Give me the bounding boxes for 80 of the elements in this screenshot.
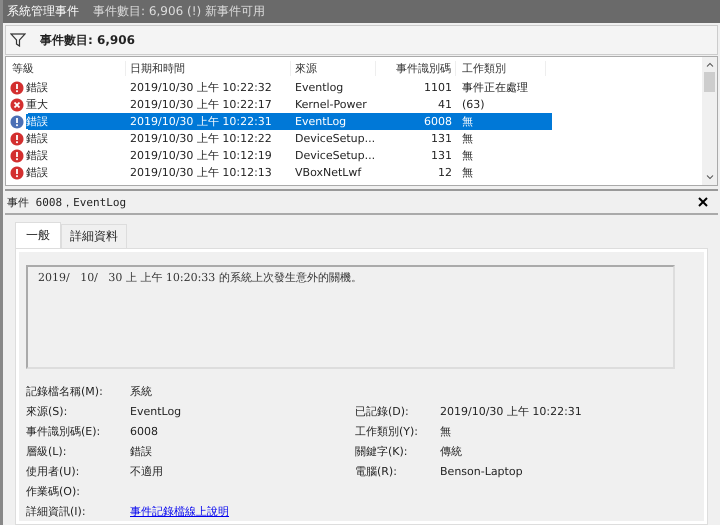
scrollbar[interactable]	[702, 57, 717, 185]
field-value: EventLog	[130, 404, 182, 418]
column-header[interactable]: 來源	[291, 60, 376, 76]
event-row[interactable]: 錯誤 2019/10/30 上午 10:12:22 DeviceSetup... 131 無	[6, 130, 702, 147]
field-value: Benson-Laptop	[440, 464, 523, 478]
field-value: 無	[440, 424, 451, 438]
new-events-notice: 事件數目: 6,906 (!) 新事件可用	[93, 3, 266, 20]
date-cell-text: 2019/10/30 上午 10:22:31	[129, 114, 273, 129]
event-id-cell-text: 1101	[423, 81, 453, 94]
event-id-cell-text: 131	[430, 149, 453, 162]
date-cell-text: 2019/10/30 上午 10:12:13	[129, 165, 273, 180]
field-value: 6008	[130, 424, 158, 438]
field-label: 工作類別(Y):	[355, 424, 420, 438]
tab[interactable]: 詳細資料	[61, 224, 127, 248]
event-id-cell-text: 131	[430, 132, 453, 145]
event-id-cell-text: 12	[437, 166, 453, 179]
error-icon	[10, 114, 24, 128]
field-label: 關鍵字(K):	[355, 444, 409, 458]
error-icon	[10, 166, 24, 180]
category-cell-text: 無	[461, 165, 474, 180]
source-cell-text: VBoxNetLwf	[294, 166, 362, 179]
category-cell-text: (63)	[461, 98, 486, 111]
field-value: 傳統	[440, 444, 462, 458]
error-icon	[10, 80, 24, 94]
field-label: 事件識別碼(E):	[26, 424, 102, 438]
source-cell-text: EventLog	[294, 115, 348, 128]
field-label: 層級(L):	[26, 444, 68, 458]
filter-icon[interactable]	[10, 33, 26, 47]
level-text: 錯誤	[26, 165, 48, 180]
source-cell-text: DeviceSetup...	[294, 132, 376, 145]
critical-icon	[10, 98, 24, 112]
field-value: 2019/10/30 上午 10:22:31	[440, 404, 582, 418]
event-row[interactable]: 錯誤 2019/10/30 上午 10:12:13 VBoxNetLwf 12 無	[6, 164, 702, 181]
source-cell-text: Kernel-Power	[294, 98, 368, 111]
scroll-up-icon[interactable]	[706, 62, 714, 67]
event-row[interactable]: 重大 2019/10/30 上午 10:22:17 Kernel-Power 41 (63)	[6, 96, 702, 113]
error-icon	[10, 132, 24, 146]
category-cell-text: 事件正在處理	[461, 80, 529, 95]
level-text: 錯誤	[26, 80, 48, 95]
scroll-down-icon[interactable]	[706, 175, 714, 180]
close-icon[interactable]	[698, 197, 708, 207]
field-value: 不適用	[130, 464, 163, 478]
field-label: 記錄檔名稱(M):	[26, 384, 104, 398]
scroll-thumb[interactable]	[704, 72, 715, 92]
event-id-cell-text: 6008	[423, 115, 453, 128]
source-cell-text: Eventlog	[294, 81, 344, 94]
error-icon	[10, 148, 24, 162]
date-cell-text: 2019/10/30 上午 10:12:19	[129, 148, 273, 163]
field-value: 系統	[130, 384, 152, 398]
column-header[interactable]: 等級	[6, 60, 126, 76]
date-cell-text: 2019/10/30 上午 10:12:22	[129, 131, 273, 146]
source-cell-text: DeviceSetup...	[294, 149, 376, 162]
tab[interactable]: 一般	[15, 222, 61, 248]
level-text: 重大	[26, 97, 48, 112]
level-text: 錯誤	[26, 114, 48, 129]
column-header[interactable]: 日期和時間	[126, 60, 291, 76]
field-value: 錯誤	[130, 444, 152, 458]
category-cell-text: 無	[461, 114, 474, 129]
help-link[interactable]: 事件記錄檔線上說明	[130, 504, 229, 518]
field-label: 作業碼(O):	[26, 484, 81, 498]
date-cell-text: 2019/10/30 上午 10:22:32	[129, 80, 273, 95]
event-row[interactable]: 錯誤 2019/10/30 上午 10:12:19 DeviceSetup... 131 無	[6, 147, 702, 164]
detail-title: 事件 6008，EventLog	[7, 194, 126, 210]
field-label: 來源(S):	[26, 404, 68, 418]
field-label: 詳細資訊(I):	[26, 504, 87, 518]
level-text: 錯誤	[26, 148, 48, 163]
column-header[interactable]: 事件識別碼	[376, 60, 456, 76]
level-text: 錯誤	[26, 131, 48, 146]
event-row[interactable]: 錯誤 2019/10/30 上午 10:22:32 Eventlog 1101 事件正在處理	[6, 79, 702, 96]
event-count: 事件數目: 6,906	[40, 32, 135, 48]
date-cell-text: 2019/10/30 上午 10:22:17	[129, 97, 273, 112]
field-label: 使用者(U):	[26, 464, 80, 478]
event-id-cell-text: 41	[437, 98, 453, 111]
field-label: 電腦(R):	[355, 464, 398, 478]
column-header[interactable]: 工作類別	[456, 60, 546, 76]
field-label: 已記錄(D):	[355, 404, 410, 418]
window-title: 系統管理事件	[7, 3, 79, 20]
event-message: 2019/ 10/ 30 上 上午 10:20:33 的系統上次發生意外的關機。	[38, 271, 362, 284]
category-cell-text: 無	[461, 148, 474, 163]
category-cell-text: 無	[461, 131, 474, 146]
